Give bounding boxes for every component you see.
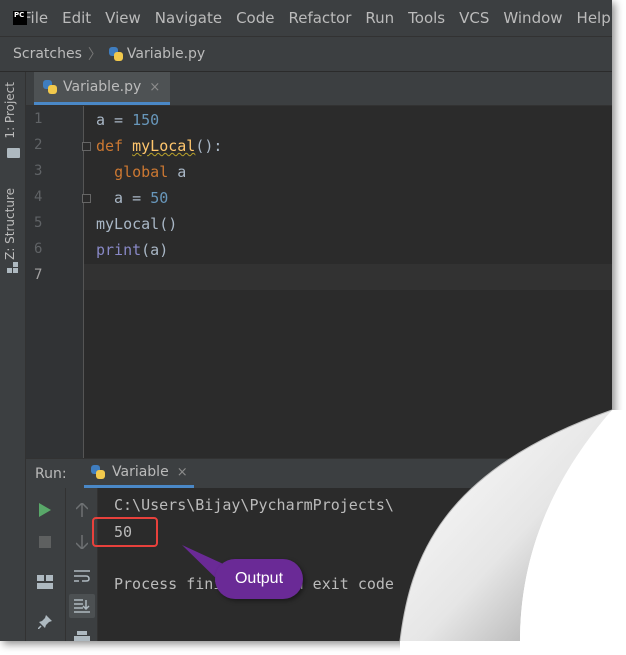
bubble-pointer (182, 545, 232, 588)
output-callout-bubble: Output (215, 559, 303, 599)
